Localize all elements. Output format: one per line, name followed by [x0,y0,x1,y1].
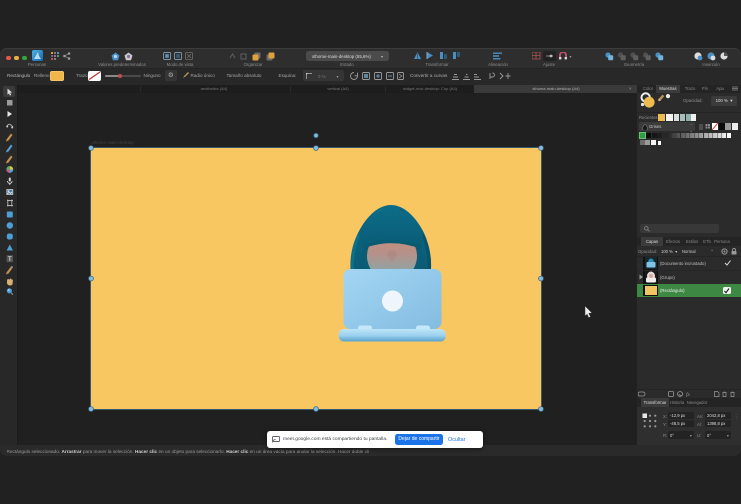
svg-text:T: T [7,256,11,263]
svg-text:fx: fx [686,391,691,397]
